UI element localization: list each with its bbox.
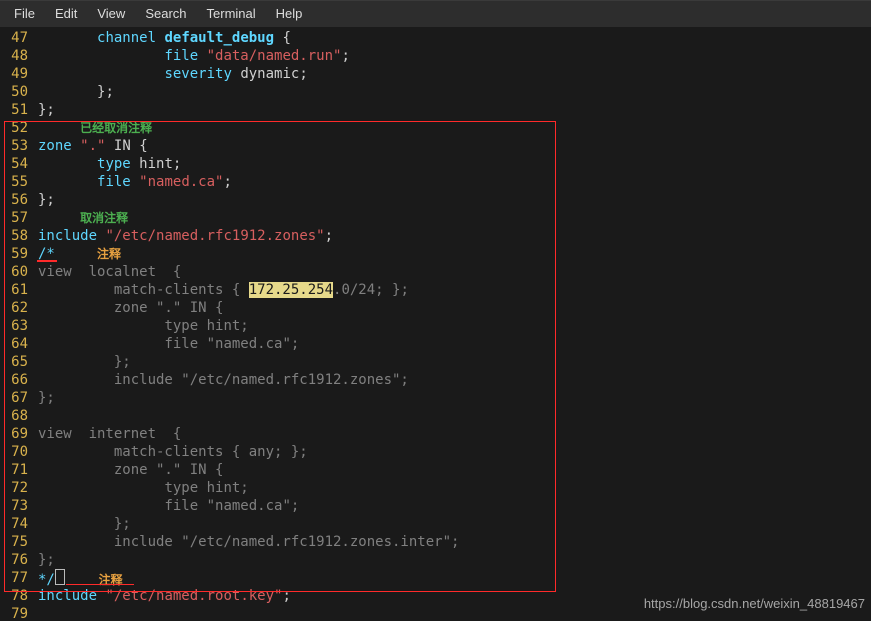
line-number: 77 <box>0 569 38 587</box>
line-number: 53 <box>0 137 38 155</box>
line-number: 65 <box>0 353 38 371</box>
line-number: 73 <box>0 497 38 515</box>
code-line: type hint; <box>38 479 249 497</box>
code-line: match-clients { 172.25.254.0/24; }; <box>38 281 409 299</box>
code-line: 已经取消注释 <box>38 119 152 137</box>
line-number: 59 <box>0 245 38 263</box>
code-line: file "named.ca"; <box>38 173 232 191</box>
code-line: severity dynamic; <box>38 65 308 83</box>
code-line: view localnet { <box>38 263 181 281</box>
line-number: 48 <box>0 47 38 65</box>
code-line: file "data/named.run"; <box>38 47 350 65</box>
code-line: zone "." IN { <box>38 137 148 155</box>
line-number: 49 <box>0 65 38 83</box>
annotation: 取消注释 <box>80 211 128 225</box>
code-line: }; <box>38 515 131 533</box>
menu-help[interactable]: Help <box>266 1 313 27</box>
code-line: match-clients { any; }; <box>38 443 308 461</box>
line-number: 79 <box>0 605 38 621</box>
line-number: 51 <box>0 101 38 119</box>
annotation: 注释 <box>99 573 123 587</box>
code-line: }; <box>38 83 114 101</box>
line-number: 78 <box>0 587 38 605</box>
line-number: 55 <box>0 173 38 191</box>
line-number: 75 <box>0 533 38 551</box>
line-number: 57 <box>0 209 38 227</box>
code-line: }; <box>38 191 55 209</box>
code-line: zone "." IN { <box>38 461 223 479</box>
line-number: 52 <box>0 119 38 137</box>
line-number: 68 <box>0 407 38 425</box>
code-line: channel default_debug { <box>38 29 291 47</box>
editor[interactable]: 47 channel default_debug { 48 file "data… <box>0 27 871 621</box>
line-number: 67 <box>0 389 38 407</box>
code-line: include "/etc/named.rfc1912.zones.inter"… <box>38 533 459 551</box>
code-line: }; <box>38 353 131 371</box>
watermark: https://blog.csdn.net/weixin_48819467 <box>644 596 865 611</box>
line-number: 70 <box>0 443 38 461</box>
line-number: 56 <box>0 191 38 209</box>
code-line: }; <box>38 389 55 407</box>
menu-terminal[interactable]: Terminal <box>197 1 266 27</box>
code-line: file "named.ca"; <box>38 335 299 353</box>
line-number: 63 <box>0 317 38 335</box>
code-line: file "named.ca"; <box>38 497 299 515</box>
line-number: 58 <box>0 227 38 245</box>
code-line: 取消注释 <box>38 209 128 227</box>
line-number: 74 <box>0 515 38 533</box>
line-number: 76 <box>0 551 38 569</box>
code-line: type hint; <box>38 155 181 173</box>
code-line: include "/etc/named.rfc1912.zones"; <box>38 371 409 389</box>
menu-search[interactable]: Search <box>135 1 196 27</box>
menubar: File Edit View Search Terminal Help <box>0 0 871 27</box>
cursor-icon <box>55 569 65 585</box>
menu-view[interactable]: View <box>87 1 135 27</box>
annotation: 注释 <box>97 247 121 261</box>
code-line: include "/etc/named.root.key"; <box>38 587 291 605</box>
line-number: 47 <box>0 29 38 47</box>
code-line: type hint; <box>38 317 249 335</box>
code-line: */ 注释 <box>38 569 123 587</box>
line-number: 66 <box>0 371 38 389</box>
line-number: 72 <box>0 479 38 497</box>
code-line: /* 注释 <box>38 245 121 263</box>
line-number: 60 <box>0 263 38 281</box>
code-line: }; <box>38 101 55 119</box>
line-number: 50 <box>0 83 38 101</box>
menu-file[interactable]: File <box>4 1 45 27</box>
code-line: }; <box>38 551 55 569</box>
menu-edit[interactable]: Edit <box>45 1 87 27</box>
code-line: view internet { <box>38 425 181 443</box>
code-line: zone "." IN { <box>38 299 223 317</box>
line-number: 64 <box>0 335 38 353</box>
line-number: 61 <box>0 281 38 299</box>
code-line: include "/etc/named.rfc1912.zones"; <box>38 227 333 245</box>
line-number: 54 <box>0 155 38 173</box>
line-number: 69 <box>0 425 38 443</box>
line-number: 62 <box>0 299 38 317</box>
annotation: 已经取消注释 <box>80 121 152 135</box>
line-number: 71 <box>0 461 38 479</box>
search-highlight: 172.25.254 <box>249 282 333 298</box>
